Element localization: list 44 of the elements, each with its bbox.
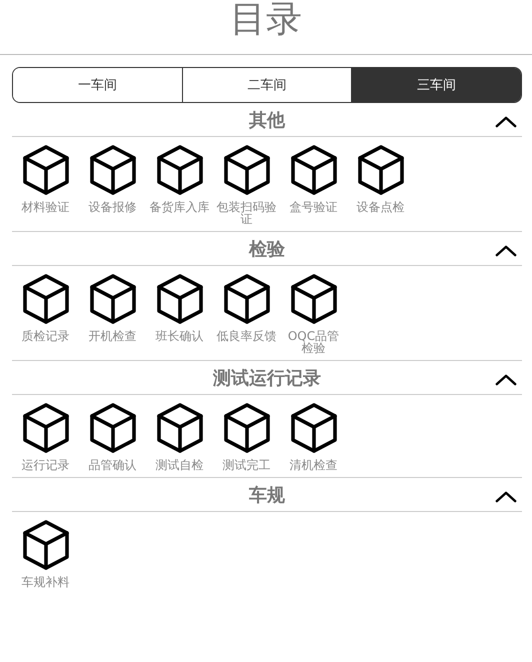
cube-icon[interactable] xyxy=(22,144,70,196)
chevron-up-icon[interactable] xyxy=(495,244,517,257)
item-label[interactable]: 质检记录 xyxy=(14,330,76,342)
section-title: 其他 xyxy=(249,108,285,132)
item-label[interactable]: 盒号验证 xyxy=(282,201,344,213)
cube-icon[interactable] xyxy=(88,273,136,325)
cube-icon[interactable] xyxy=(222,402,270,454)
item-label[interactable]: 低良率反馈 xyxy=(216,330,278,342)
tab[interactable]: 三车间 xyxy=(351,68,521,102)
cube-icon[interactable] xyxy=(156,144,204,196)
item-label[interactable]: 清机检查 xyxy=(282,459,344,471)
cube-icon[interactable] xyxy=(290,144,338,196)
item-label[interactable]: 测试自检 xyxy=(148,459,210,471)
cube-icon[interactable] xyxy=(222,144,270,196)
chevron-up-icon[interactable] xyxy=(495,490,517,503)
section-title: 检验 xyxy=(249,238,285,260)
item-label[interactable]: 设备点检 xyxy=(350,201,412,213)
section-title: 车规 xyxy=(249,484,285,506)
cube-icon[interactable] xyxy=(290,273,338,325)
section-title: 测试运行记录 xyxy=(213,366,321,390)
item-label[interactable]: 开机检查 xyxy=(82,330,144,342)
item-label[interactable]: 材料验证 xyxy=(14,201,76,213)
cube-icon[interactable] xyxy=(22,273,70,325)
cube-icon[interactable] xyxy=(156,273,204,325)
item-label[interactable]: 设备报修 xyxy=(82,201,144,213)
cube-icon[interactable] xyxy=(290,402,338,454)
item-label[interactable]: 备货库入库 xyxy=(148,201,210,213)
cube-icon[interactable] xyxy=(22,519,70,571)
item-label[interactable]: 车规补料 xyxy=(14,576,76,588)
cube-icon[interactable] xyxy=(222,273,270,325)
item-label[interactable]: 品管确认 xyxy=(82,459,144,471)
cube-icon[interactable] xyxy=(88,402,136,454)
item-label[interactable]: 运行记录 xyxy=(14,459,76,471)
item-label[interactable]: 包装扫码验证 xyxy=(216,201,278,225)
item-label[interactable]: 班长确认 xyxy=(148,330,210,342)
item-label[interactable]: OQC品管检验 xyxy=(282,330,344,354)
chevron-up-icon[interactable] xyxy=(495,373,517,386)
item-label[interactable]: 测试完工 xyxy=(216,459,278,471)
cube-icon[interactable] xyxy=(88,144,136,196)
cube-icon[interactable] xyxy=(356,144,404,196)
cube-icon[interactable] xyxy=(156,402,204,454)
chevron-up-icon[interactable] xyxy=(495,115,517,128)
page-title: 目录 xyxy=(230,0,302,42)
cube-icon[interactable] xyxy=(22,402,70,454)
